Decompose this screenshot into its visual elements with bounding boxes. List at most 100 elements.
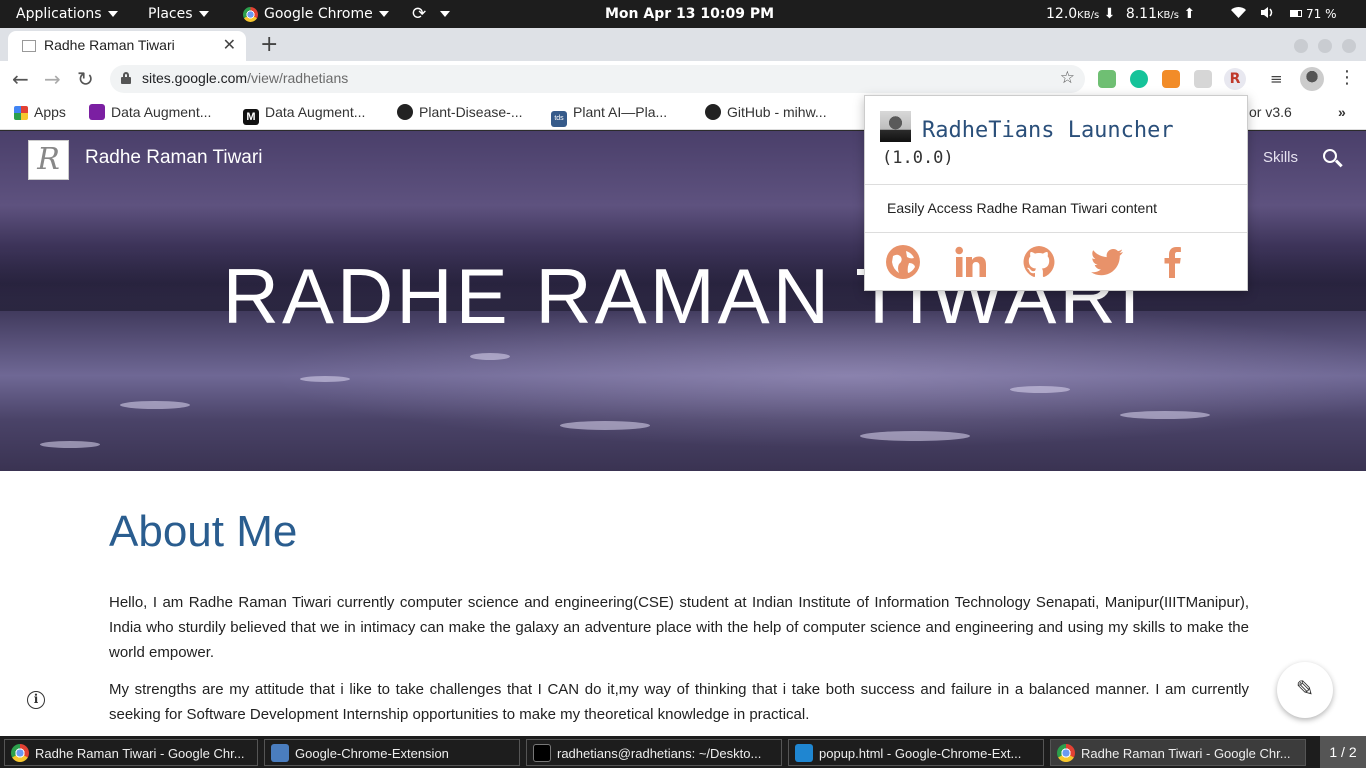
reload-button[interactable]: ↻ xyxy=(77,67,94,91)
bookmark-apps[interactable]: Apps xyxy=(14,104,66,120)
bookmark-data-augment-2[interactable]: M Data Augment... xyxy=(243,104,365,125)
chevron-down-icon xyxy=(198,11,209,17)
author-avatar xyxy=(880,111,911,142)
bookmark-plant-ai[interactable]: tds Plant AI—Pla... xyxy=(551,104,667,127)
profile-avatar[interactable] xyxy=(1300,67,1324,91)
nav-skills-link[interactable]: Skills xyxy=(1263,149,1298,166)
battery-icon xyxy=(1290,10,1302,17)
task-terminal[interactable]: radhetians@radhetians: ~/Deskto... xyxy=(526,739,782,766)
refresh-applet[interactable]: ⟳ xyxy=(412,0,451,28)
popup-title: RadheTians Launcher xyxy=(922,118,1174,143)
maximize-window-button[interactable] xyxy=(1318,39,1332,53)
netspeed-indicator[interactable]: 12.0KB/s ⬇ 8.11KB/s ⬆ xyxy=(1046,0,1195,28)
chrome-menu-icon[interactable]: ⋮ xyxy=(1338,69,1356,88)
radhetians-launcher-icon[interactable]: R xyxy=(1224,68,1246,90)
upload-speed: 8.11 xyxy=(1125,6,1157,22)
ice-floe xyxy=(560,421,650,430)
volume-icon[interactable] xyxy=(1260,0,1275,28)
bookmark-partial[interactable]: or v3.6 xyxy=(1249,104,1292,120)
grammarly-icon[interactable] xyxy=(1130,70,1148,88)
task-file-manager[interactable]: Google-Chrome-Extension xyxy=(264,739,520,766)
ice-floe xyxy=(300,376,350,382)
divider xyxy=(865,184,1247,185)
extension-todo-icon[interactable] xyxy=(1098,70,1116,88)
bookmark-star-icon[interactable]: ☆ xyxy=(1060,68,1075,88)
ice-floe xyxy=(40,441,100,448)
linkedin-icon[interactable] xyxy=(953,244,989,280)
info-icon[interactable]: i xyxy=(27,691,45,709)
places-menu[interactable]: Places xyxy=(148,0,209,28)
app-menu-label: Google Chrome xyxy=(264,6,373,22)
chrome-icon xyxy=(1057,744,1075,762)
address-bar[interactable]: sites.google.com/view/radhetians ☆ xyxy=(110,65,1085,93)
chevron-down-icon xyxy=(378,11,389,17)
bookmark-data-augment-1[interactable]: Data Augment... xyxy=(89,104,211,120)
edit-button[interactable]: ✎ xyxy=(1277,662,1333,718)
popup-description: Easily Access Radhe Raman Tiwari content xyxy=(887,200,1158,216)
bookmark-github-mihw[interactable]: GitHub - mihw... xyxy=(705,104,827,120)
chrome-icon xyxy=(11,744,29,762)
chevron-down-icon xyxy=(440,11,451,17)
apps-grid-icon xyxy=(14,106,28,120)
task-chrome-1[interactable]: Radhe Raman Tiwari - Google Chr... xyxy=(4,739,258,766)
page-content: About Me Hello, I am Radhe Raman Tiwari … xyxy=(0,471,1366,736)
site-favicon xyxy=(22,40,36,52)
wifi-icon[interactable] xyxy=(1230,0,1247,28)
workspace-switcher[interactable]: 1 / 2 xyxy=(1320,736,1366,768)
clock[interactable]: Mon Apr 13 10:09 PM xyxy=(605,0,774,28)
app-menu[interactable]: Google Chrome xyxy=(243,0,389,28)
ice-floe xyxy=(1010,386,1070,393)
facebook-icon[interactable] xyxy=(1155,244,1191,280)
about-paragraph-2: My strengths are my attitude that i like… xyxy=(109,681,1249,723)
task-vscode[interactable]: popup.html - Google-Chrome-Ext... xyxy=(788,739,1044,766)
chrome-icon xyxy=(243,6,258,22)
download-unit: KB/s xyxy=(1077,10,1100,21)
new-tab-button[interactable]: + xyxy=(260,32,278,57)
forward-button[interactable]: → xyxy=(44,67,61,91)
rss-icon[interactable] xyxy=(1162,70,1180,88)
github-icon xyxy=(397,104,413,120)
download-speed: 12.0 xyxy=(1046,6,1078,22)
search-icon[interactable] xyxy=(1323,149,1343,169)
close-tab-icon[interactable]: ✕ xyxy=(223,35,236,54)
github-icon[interactable] xyxy=(1021,244,1057,280)
twitter-icon[interactable] xyxy=(1089,244,1125,280)
places-label: Places xyxy=(148,6,193,22)
applications-label: Applications xyxy=(16,6,102,22)
media-controls-icon[interactable]: ≡ xyxy=(1270,70,1288,88)
ice-floe xyxy=(860,431,970,441)
tab-strip: Radhe Raman Tiwari ✕ + xyxy=(0,28,1366,61)
ice-floe xyxy=(470,353,510,360)
upload-unit: KB/s xyxy=(1156,10,1179,21)
ice-floe xyxy=(120,401,190,409)
taskbar: Radhe Raman Tiwari - Google Chr... Googl… xyxy=(0,736,1366,768)
browser-tab[interactable]: Radhe Raman Tiwari ✕ xyxy=(8,31,246,61)
top-panel: Applications Places Google Chrome ⟳ Mon … xyxy=(0,0,1366,28)
applications-menu[interactable]: Applications xyxy=(16,0,118,28)
task-chrome-2[interactable]: Radhe Raman Tiwari - Google Chr... xyxy=(1050,739,1306,766)
bookmark-plant-disease[interactable]: Plant-Disease-... xyxy=(397,104,522,120)
lock-icon xyxy=(121,72,131,84)
minimize-window-button[interactable] xyxy=(1294,39,1308,53)
refresh-icon: ⟳ xyxy=(412,4,427,24)
tds-icon: tds xyxy=(551,111,567,127)
battery-indicator[interactable]: 71 % xyxy=(1290,0,1337,28)
site-logo[interactable]: R xyxy=(28,140,69,180)
react-devtools-icon[interactable] xyxy=(1194,70,1212,88)
arrow-up-icon: ⬆ xyxy=(1183,6,1196,22)
pencil-icon: ✎ xyxy=(1295,677,1315,702)
github-icon xyxy=(705,104,721,120)
browser-toolbar: ← → ↻ sites.google.com/view/radhetians ☆… xyxy=(0,61,1366,97)
back-button[interactable]: ← xyxy=(12,67,29,91)
popup-version: (1.0.0) xyxy=(882,148,954,168)
folder-icon xyxy=(271,744,289,762)
close-window-button[interactable] xyxy=(1342,39,1356,53)
ice-floe xyxy=(1120,411,1210,419)
bookmarks-overflow-button[interactable]: » xyxy=(1338,104,1346,120)
divider xyxy=(865,232,1247,233)
site-title[interactable]: Radhe Raman Tiwari xyxy=(85,147,262,169)
arrow-down-icon: ⬇ xyxy=(1103,6,1116,22)
extension-popup: RadheTians Launcher (1.0.0) Easily Acces… xyxy=(864,95,1248,291)
globe-icon[interactable] xyxy=(885,244,921,280)
tab-title: Radhe Raman Tiwari xyxy=(44,37,175,53)
